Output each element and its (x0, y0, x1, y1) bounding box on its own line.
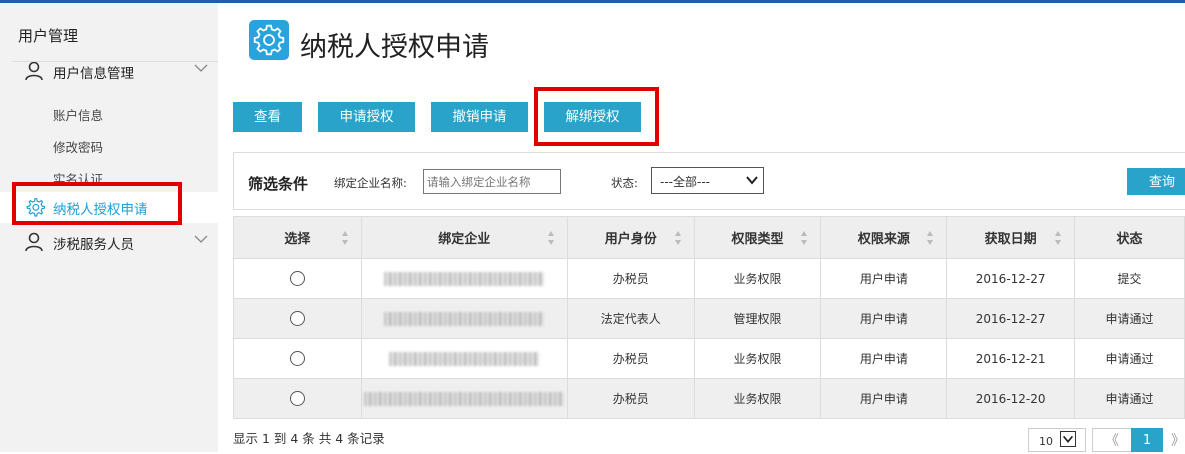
column-header-status[interactable]: 状态 (1074, 216, 1185, 259)
company-cell (360, 258, 568, 299)
identity-cell: 办税员 (566, 258, 695, 299)
status-cell: 申请通过 (1074, 298, 1185, 339)
status-cell: 提交 (1074, 258, 1185, 299)
sidebar-item-account-info[interactable]: 账户信息 (53, 105, 103, 124)
date-cell: 2016-12-21 (946, 338, 1076, 379)
page-header-icon (249, 20, 289, 60)
view-button[interactable]: 查看 (233, 102, 302, 132)
column-header-date[interactable]: 获取日期 (946, 216, 1076, 259)
date-cell: 2016-12-20 (946, 378, 1076, 419)
authorization-table: 选择 绑定企业 用户身份 权限类型 权限来源 获取日期 状态 办税员 业务权限 … (233, 216, 1185, 419)
redacted-company-name (389, 351, 540, 366)
perm-type-cell: 业务权限 (693, 338, 822, 379)
column-header-perm-type[interactable]: 权限类型 (693, 216, 822, 259)
sort-icon (674, 231, 681, 245)
current-page-button[interactable]: 1 (1131, 428, 1163, 452)
perm-type-cell: 业务权限 (693, 378, 822, 419)
source-cell: 用户申请 (820, 378, 948, 419)
identity-cell: 法定代表人 (566, 298, 695, 339)
table-row[interactable]: 办税员 业务权限 用户申请 2016-12-20 申请通过 (233, 378, 1185, 419)
row-select-cell[interactable] (233, 338, 362, 379)
company-cell (360, 378, 568, 419)
gear-icon (253, 24, 285, 56)
table-header-row: 选择 绑定企业 用户身份 权限类型 权限来源 获取日期 状态 (233, 216, 1185, 259)
sidebar-group-label: 涉税服务人员 (53, 237, 134, 253)
column-header-identity[interactable]: 用户身份 (566, 216, 695, 259)
row-radio[interactable] (289, 271, 305, 286)
perm-type-cell: 管理权限 (693, 298, 822, 339)
date-cell: 2016-12-27 (946, 258, 1076, 299)
row-radio[interactable] (289, 351, 305, 366)
status-select[interactable]: ---全部--- (651, 167, 764, 194)
filter-panel: 筛选条件 绑定企业名称: 状态: ---全部--- 查询 (233, 152, 1185, 210)
perm-type-cell: 业务权限 (693, 258, 822, 299)
status-cell: 申请通过 (1074, 338, 1185, 379)
chevron-down-icon (746, 176, 758, 185)
sidebar-title: 用户管理 (18, 27, 79, 45)
table-row[interactable]: 办税员 业务权限 用户申请 2016-12-21 申请通过 (233, 338, 1185, 379)
column-header-company[interactable]: 绑定企业 (360, 216, 568, 259)
sidebar-group-label: 用户信息管理 (53, 66, 134, 82)
company-name-label: 绑定企业名称: (334, 176, 407, 190)
chevron-down-icon (1060, 431, 1076, 447)
company-cell (360, 298, 568, 339)
query-button[interactable]: 查询 (1127, 168, 1185, 195)
status-label: 状态: (611, 176, 638, 190)
apply-auth-button[interactable]: 申请授权 (318, 102, 415, 132)
table-row[interactable]: 办税员 业务权限 用户申请 2016-12-27 提交 (233, 258, 1185, 299)
sidebar-item-change-password[interactable]: 修改密码 (53, 137, 103, 156)
sidebar-group-tax-staff[interactable]: 涉税服务人员 (0, 226, 218, 260)
sort-icon (341, 231, 348, 245)
page-title: 纳税人授权申请 (300, 32, 489, 63)
highlight-box-unbind (534, 87, 659, 146)
identity-cell: 办税员 (566, 378, 695, 419)
row-select-cell[interactable] (233, 378, 362, 419)
status-cell: 申请通过 (1074, 378, 1185, 419)
source-cell: 用户申请 (820, 258, 948, 299)
date-cell: 2016-12-27 (946, 298, 1076, 339)
row-select-cell[interactable] (233, 298, 362, 339)
identity-cell: 办税员 (566, 338, 695, 379)
redacted-company-name (384, 271, 545, 286)
user-icon (25, 232, 43, 252)
filter-title: 筛选条件 (248, 175, 309, 193)
company-cell (360, 338, 568, 379)
sidebar: 用户管理 用户信息管理 账户信息 修改密码 实名认证 纳税人授权申请 涉税服务人… (0, 3, 218, 452)
sidebar-divider (12, 61, 218, 62)
revoke-application-button[interactable]: 撤销申请 (431, 102, 528, 132)
chevron-down-icon (194, 64, 208, 72)
sort-icon (801, 231, 808, 245)
prev-page-button[interactable]: 《 (1092, 428, 1132, 452)
next-page-button[interactable]: 》 (1165, 428, 1185, 452)
redacted-company-name (384, 311, 545, 326)
column-header-source[interactable]: 权限来源 (820, 216, 948, 259)
page-size-value: 10 (1039, 435, 1053, 448)
sort-icon (927, 231, 934, 245)
source-cell: 用户申请 (820, 338, 948, 379)
company-name-input[interactable] (423, 169, 561, 194)
redacted-company-name (364, 391, 565, 406)
sort-icon (547, 231, 554, 245)
row-select-cell[interactable] (233, 258, 362, 299)
user-icon (25, 61, 43, 81)
sort-icon (1055, 231, 1062, 245)
row-radio[interactable] (289, 311, 305, 326)
page-size-select[interactable]: 10 (1028, 428, 1086, 452)
row-radio[interactable] (289, 391, 305, 406)
status-select-value: ---全部--- (660, 175, 710, 189)
source-cell: 用户申请 (820, 298, 948, 339)
highlight-box-sidebar (12, 182, 182, 225)
column-header-select[interactable]: 选择 (233, 216, 362, 259)
table-row[interactable]: 法定代表人 管理权限 用户申请 2016-12-27 申请通过 (233, 298, 1185, 339)
chevron-down-icon (194, 235, 208, 243)
pagination-summary: 显示 1 到 4 条 共 4 条记录 (233, 431, 385, 446)
